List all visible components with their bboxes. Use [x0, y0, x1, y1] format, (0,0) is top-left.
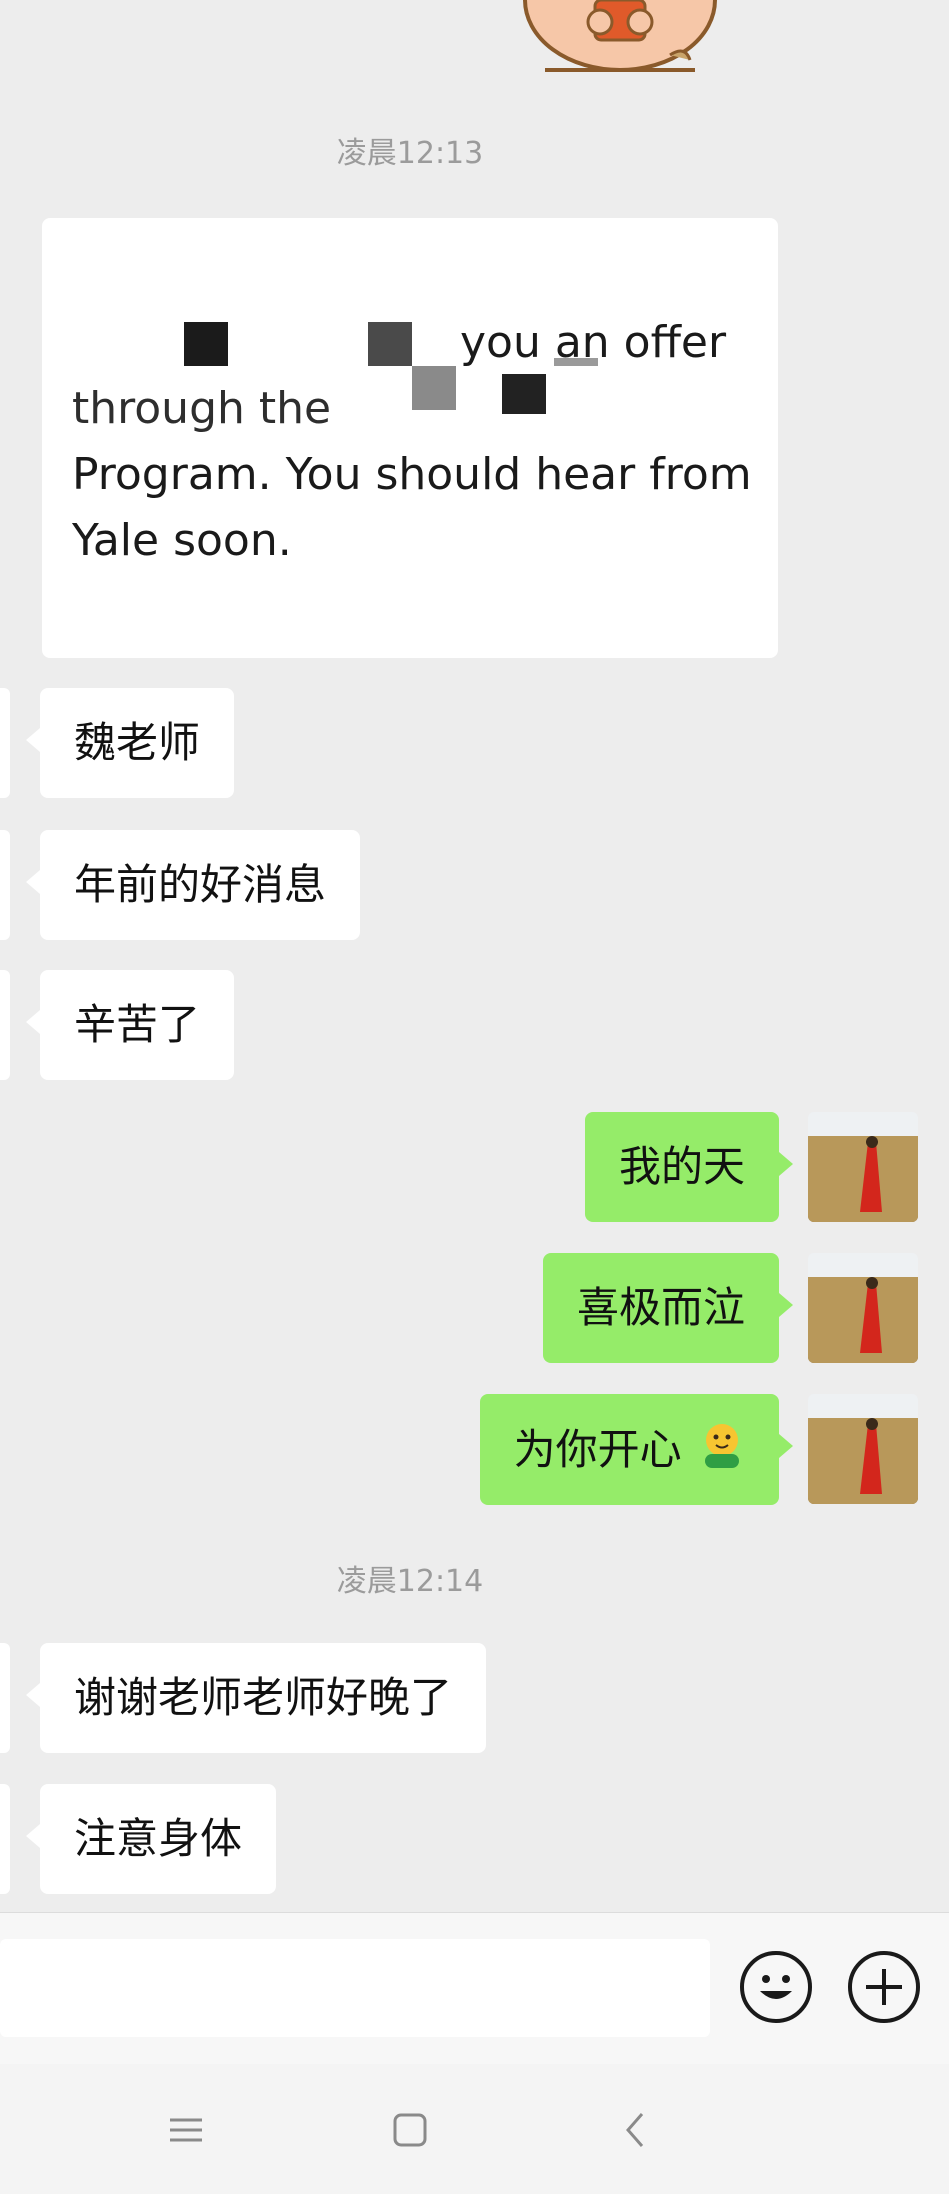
sender-avatar-edge — [0, 688, 10, 798]
timestamp: 凌晨12:13 — [336, 136, 484, 171]
quote-line-3: Program. You should hear from — [72, 449, 752, 500]
emoji-button[interactable] — [740, 1951, 812, 2023]
sender-avatar-edge — [0, 1784, 10, 1894]
sender-avatar-edge — [0, 830, 10, 940]
avatar-photo — [808, 1253, 918, 1363]
avatar-photo — [808, 1112, 918, 1222]
redaction-mosaic — [412, 366, 456, 410]
redaction-mosaic — [368, 322, 412, 366]
quote-line-4: Yale soon. — [72, 515, 292, 566]
smiley-face-icon — [760, 1975, 792, 1999]
quoted-message-card[interactable]: you an offer through the Program. You sh… — [42, 218, 778, 658]
sender-avatar-edge — [0, 970, 10, 1080]
user-avatar[interactable] — [808, 1112, 918, 1222]
system-navigation-bar — [0, 2064, 949, 2194]
outgoing-message[interactable]: 喜极而泣 — [542, 1253, 794, 1363]
message-text: 为你开心 — [513, 1425, 682, 1474]
cartoon-sticker[interactable] — [500, 0, 740, 75]
back-chevron-icon[interactable] — [614, 2108, 658, 2152]
sender-avatar-edge — [0, 1643, 10, 1753]
quote-line-2: through the — [72, 383, 332, 434]
chat-area[interactable]: 凌晨12:13 you an offer through the Program… — [0, 0, 949, 1912]
redaction-mosaic — [502, 374, 546, 414]
message-input[interactable] — [0, 1939, 710, 2037]
incoming-message[interactable]: 注意身体 — [25, 1784, 277, 1894]
user-avatar[interactable] — [808, 1253, 918, 1363]
outgoing-message[interactable]: 我的天 — [584, 1112, 794, 1222]
plus-circle-icon — [866, 1969, 902, 2005]
timestamp: 凌晨12:14 — [336, 1564, 484, 1599]
home-square-icon[interactable] — [388, 2108, 432, 2152]
user-avatar[interactable] — [808, 1394, 918, 1504]
message-input-bar — [0, 1912, 949, 2065]
more-options-button[interactable] — [848, 1951, 920, 2023]
redaction-mosaic — [184, 322, 228, 366]
hug-emoji-icon — [705, 1424, 739, 1468]
outgoing-message[interactable]: 为你开心 — [479, 1394, 794, 1505]
quote-line-1: you an offer — [460, 317, 727, 368]
incoming-message[interactable]: 魏老师 — [25, 688, 235, 798]
incoming-message[interactable]: 谢谢老师老师好晚了 — [25, 1643, 487, 1753]
menu-icon[interactable] — [164, 2108, 208, 2152]
avatar-photo — [808, 1394, 918, 1504]
incoming-message[interactable]: 年前的好消息 — [25, 830, 361, 940]
incoming-message[interactable]: 辛苦了 — [25, 970, 235, 1080]
